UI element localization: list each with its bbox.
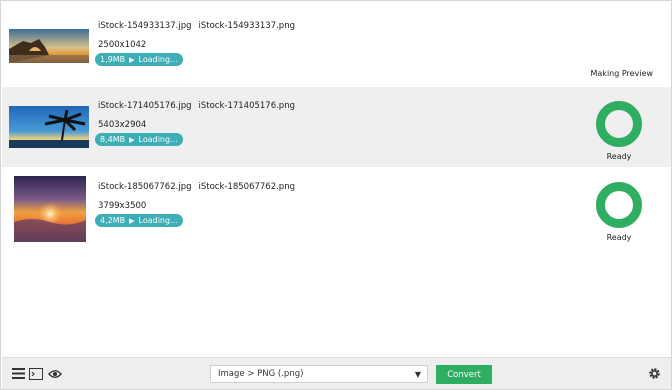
file-thumbnail <box>9 29 89 63</box>
loading-text: Loading... <box>138 55 178 64</box>
status-ready: Ready <box>584 101 654 161</box>
bottom-toolbar: Image > PNG (.png) ▼ Convert <box>2 357 671 389</box>
ready-ring-icon <box>596 101 642 147</box>
eye-icon[interactable] <box>48 367 62 380</box>
selected-format: Image > PNG (.png) <box>218 369 304 379</box>
file-row[interactable]: iStock-154933137.jpg iStock-154933137.png… <box>2 7 671 87</box>
file-size: 4,2MB <box>100 216 126 225</box>
size-loading-pill[interactable]: 8,4MB ▶ Loading... <box>95 133 183 146</box>
status-ready: Ready <box>584 182 654 242</box>
convert-button[interactable]: Convert <box>436 365 492 384</box>
status-text: Ready <box>606 233 632 242</box>
file-thumbnail <box>9 106 89 148</box>
target-filename: iStock-185067762.png <box>198 182 295 192</box>
size-loading-pill[interactable]: 4,2MB ▶ Loading... <box>95 214 183 227</box>
image-dimensions: 2500x1042 <box>98 40 147 50</box>
source-filename: iStock-185067762.jpg <box>98 182 192 192</box>
chevron-down-icon: ▼ <box>414 370 421 379</box>
status-making-preview: Making Preview <box>590 69 654 78</box>
source-filename: iStock-171405176.jpg <box>98 101 192 111</box>
image-dimensions: 3799x3500 <box>98 201 147 211</box>
menu-icon[interactable] <box>11 367 25 380</box>
file-size: 1,9MB <box>100 55 126 64</box>
gear-icon[interactable] <box>647 367 661 380</box>
file-size: 8,4MB <box>100 135 126 144</box>
terminal-icon[interactable] <box>29 367 43 380</box>
file-row[interactable]: iStock-185067762.jpg iStock-185067762.png… <box>2 168 671 248</box>
ready-ring-icon <box>596 182 642 228</box>
play-icon: ▶ <box>129 216 135 225</box>
output-format-select[interactable]: Image > PNG (.png) ▼ <box>210 365 428 383</box>
play-icon: ▶ <box>129 55 135 64</box>
play-icon: ▶ <box>129 135 135 144</box>
file-thumbnail <box>14 176 86 242</box>
file-row[interactable]: iStock-171405176.jpg iStock-171405176.png… <box>2 87 671 167</box>
target-filename: iStock-154933137.png <box>198 21 295 31</box>
loading-text: Loading... <box>138 216 178 225</box>
image-dimensions: 5403x2904 <box>98 120 147 130</box>
source-filename: iStock-154933137.jpg <box>98 21 192 31</box>
app-window: iStock-154933137.jpg iStock-154933137.png… <box>0 0 672 390</box>
target-filename: iStock-171405176.png <box>198 101 295 111</box>
status-text: Ready <box>606 152 632 161</box>
loading-text: Loading... <box>138 135 178 144</box>
size-loading-pill[interactable]: 1,9MB ▶ Loading... <box>95 53 183 66</box>
